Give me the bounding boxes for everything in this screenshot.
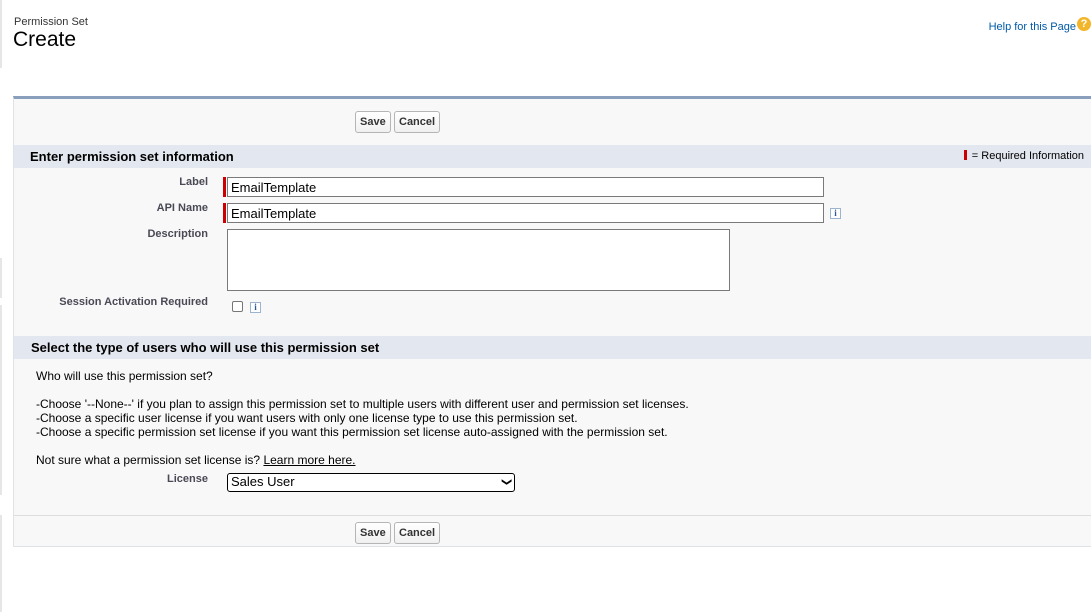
section-divider bbox=[14, 515, 1091, 516]
section-header-users: Select the type of users who will use th… bbox=[14, 336, 1091, 359]
required-info-legend: = Required Information bbox=[963, 150, 1084, 162]
chevron-down-icon: ❯ bbox=[500, 477, 512, 487]
api-name-input[interactable] bbox=[227, 203, 824, 223]
page-title: Create bbox=[13, 28, 77, 51]
label-input[interactable] bbox=[227, 177, 824, 197]
license-field-label: License bbox=[167, 473, 208, 485]
help-for-page-link[interactable]: Help for this Page bbox=[989, 21, 1076, 33]
label-field-label: Label bbox=[179, 176, 208, 188]
instruction-line: -Choose a specific user license if you w… bbox=[36, 411, 578, 425]
page-left-edge bbox=[0, 258, 2, 298]
help-icon[interactable]: ? bbox=[1077, 17, 1091, 31]
page-left-edge bbox=[0, 0, 2, 68]
not-sure-text: Not sure what a permission set license i… bbox=[36, 453, 356, 467]
page-object-type: Permission Set bbox=[14, 16, 88, 28]
session-activation-field-label: Session Activation Required bbox=[59, 296, 208, 308]
cancel-button-bottom[interactable]: Cancel bbox=[394, 522, 441, 544]
section-title-info: Enter permission set information bbox=[30, 149, 234, 164]
api-name-field-label: API Name bbox=[156, 202, 208, 214]
not-sure-label: Not sure what a permission set license i… bbox=[36, 453, 261, 467]
instruction-line: -Choose '--None--' if you plan to assign… bbox=[36, 397, 689, 411]
cancel-button-top[interactable]: Cancel bbox=[394, 111, 441, 133]
required-legend-text: = Required Information bbox=[971, 150, 1084, 162]
description-textarea[interactable] bbox=[227, 229, 730, 291]
instruction-line: -Choose a specific permission set licens… bbox=[36, 425, 668, 439]
license-selected-value: Sales User bbox=[231, 474, 295, 489]
section-title-users: Select the type of users who will use th… bbox=[31, 340, 380, 355]
required-marker bbox=[223, 177, 226, 197]
permission-set-edit-panel: Save Cancel Enter permission set informa… bbox=[13, 96, 1091, 547]
learn-more-link[interactable]: Learn more here. bbox=[263, 453, 355, 467]
page-left-edge bbox=[0, 305, 2, 495]
section-header-info: Enter permission set information = Requi… bbox=[14, 145, 1091, 168]
save-button-bottom[interactable]: Save bbox=[355, 522, 391, 544]
license-question: Who will use this permission set? bbox=[36, 369, 213, 383]
description-field-label: Description bbox=[147, 228, 208, 240]
required-marker bbox=[223, 203, 226, 223]
save-button-top[interactable]: Save bbox=[355, 111, 391, 133]
required-marker bbox=[963, 150, 967, 160]
session-activation-checkbox[interactable] bbox=[232, 301, 243, 312]
session-activation-info-icon[interactable]: i bbox=[250, 302, 261, 313]
license-select[interactable]: Sales User ❯ bbox=[227, 473, 515, 492]
api-name-info-icon[interactable]: i bbox=[830, 208, 841, 219]
page-left-edge bbox=[0, 515, 2, 612]
